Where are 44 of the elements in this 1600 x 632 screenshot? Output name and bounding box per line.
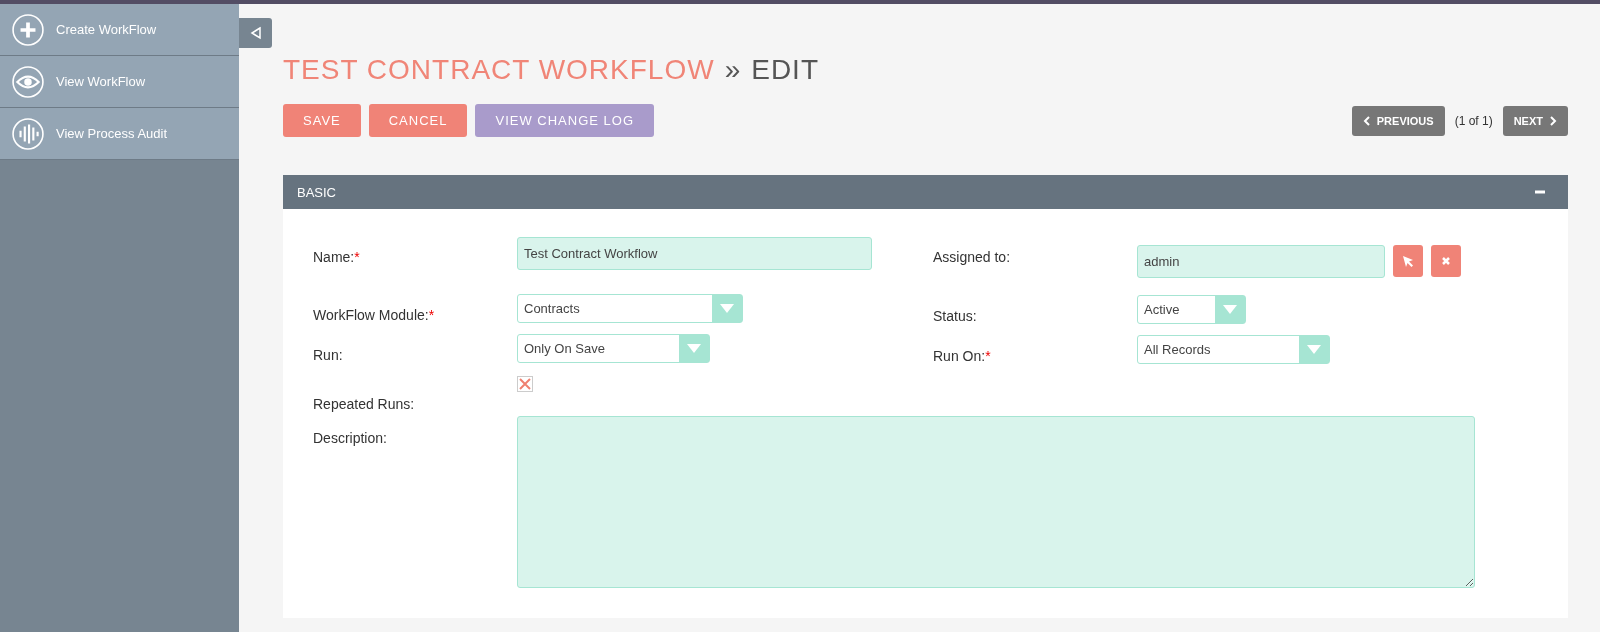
next-button[interactable]: NEXT xyxy=(1502,105,1568,136)
select-user-button[interactable] xyxy=(1393,245,1423,277)
dropdown-arrow-icon xyxy=(1307,345,1321,354)
audio-wave-icon xyxy=(12,117,44,150)
checkbox[interactable] xyxy=(517,376,533,392)
select-field[interactable]: Only On Save xyxy=(517,334,710,363)
cursor-arrow-icon xyxy=(1401,254,1415,268)
field-label: Run: xyxy=(313,346,344,365)
action-button[interactable]: VIEW CHANGE LOG xyxy=(475,104,654,137)
sidebar-item[interactable]: View WorkFlow xyxy=(0,56,239,108)
eye-icon xyxy=(12,65,44,98)
sidebar-item[interactable]: Create WorkFlow xyxy=(0,4,239,56)
field-label: Name:* xyxy=(313,248,361,267)
field-label: Repeated Runs: xyxy=(313,395,416,414)
field-label: Run On:* xyxy=(933,347,992,366)
action-button[interactable]: CANCEL xyxy=(368,104,468,137)
select-field[interactable]: All Records xyxy=(1137,335,1330,364)
assigned-user-input[interactable]: admin xyxy=(1137,245,1385,278)
field-label: Status: xyxy=(933,307,978,326)
close-icon xyxy=(1441,256,1451,266)
clear-button[interactable] xyxy=(1431,245,1461,277)
dropdown-arrow-icon xyxy=(687,344,701,353)
action-button[interactable]: SAVE xyxy=(283,104,361,137)
previous-button[interactable]: PREVIOUS xyxy=(1351,105,1445,136)
panel-header[interactable]: BASIC xyxy=(283,175,1568,209)
plus-icon xyxy=(12,13,44,46)
dropdown-arrow-icon xyxy=(1223,305,1237,314)
action-title: EDIT xyxy=(751,54,819,86)
field-label: WorkFlow Module:* xyxy=(313,306,436,325)
name-input[interactable]: Test Contract Workflow xyxy=(517,237,872,270)
sidebar-item[interactable]: View Process Audit xyxy=(0,108,239,160)
page-count: (1 of 1) xyxy=(1454,113,1493,128)
panel-title: BASIC xyxy=(297,184,336,200)
dropdown-arrow-icon xyxy=(720,304,734,313)
field-label: Description: xyxy=(313,429,388,448)
module-title: TEST CONTRACT WORKFLOW xyxy=(283,54,715,86)
select-field[interactable]: Active xyxy=(1137,295,1246,324)
breadcrumb-separator: » xyxy=(724,54,742,86)
collapse-sidebar-button[interactable] xyxy=(239,18,272,48)
chevron-right-icon xyxy=(1549,115,1557,126)
select-field[interactable]: Contracts xyxy=(517,294,743,323)
triangle-left-icon xyxy=(248,26,263,40)
chevron-left-icon xyxy=(1362,115,1371,126)
field-label: Assigned to: xyxy=(933,248,1012,267)
